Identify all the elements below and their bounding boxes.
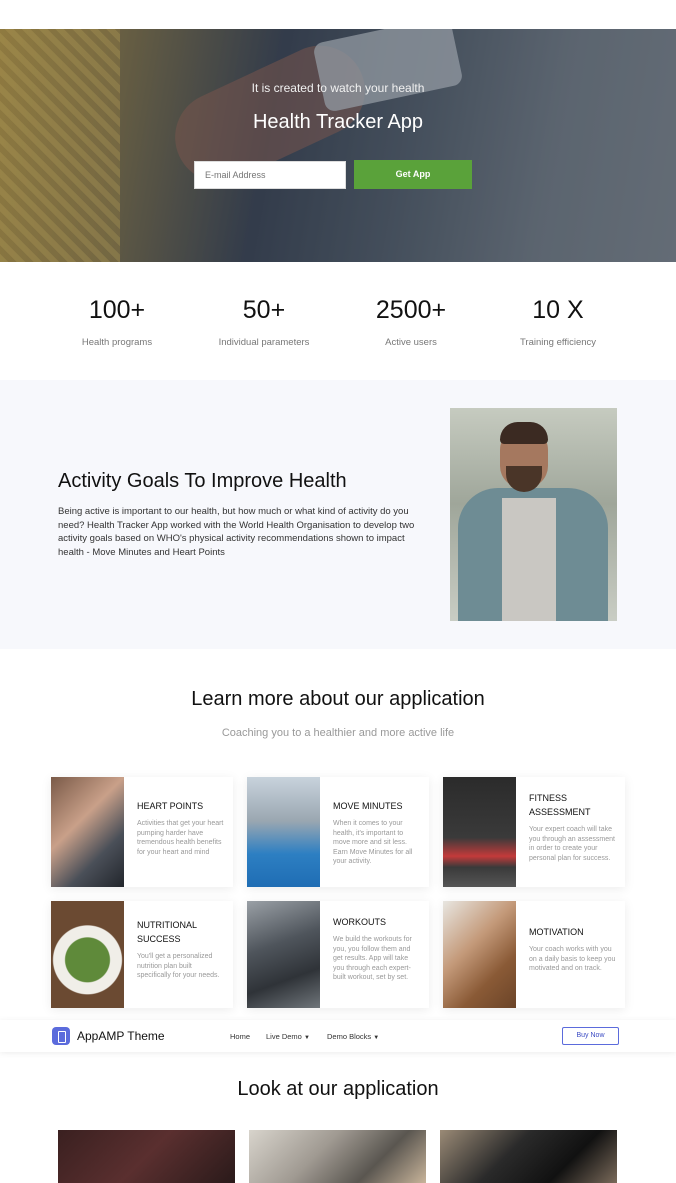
stat-value: 100+ <box>88 296 146 324</box>
card-workouts[interactable]: WORKOUTS We build the workouts for you, … <box>247 901 429 1008</box>
navbar: AppAMP Theme Home Live Demo ▼ Demo Block… <box>0 1020 676 1052</box>
man-with-phone-image <box>450 408 617 621</box>
card-description: Your expert coach will take you through … <box>529 826 615 862</box>
nav-label: Demo Blocks <box>327 1032 372 1041</box>
stat-label: Health programs <box>81 337 153 348</box>
card-description: Activities that get your heart pumping h… <box>137 820 224 856</box>
stat-label: Active users <box>385 337 437 348</box>
stat-value: 2500+ <box>375 296 447 324</box>
stat-label: Training efficiency <box>519 337 597 348</box>
card-title: FITNESS ASSESSMENT <box>529 793 591 817</box>
card-motivation[interactable]: MOTIVATION Your coach works with you on … <box>443 901 625 1008</box>
card-title: NUTRITIONAL SUCCESS <box>137 920 197 944</box>
hero-subtitle: It is created to watch your health <box>251 81 425 95</box>
get-app-button[interactable]: Get App <box>354 160 472 189</box>
stat-training-efficiency: 10 X Training efficiency <box>488 296 628 348</box>
app-screenshot-1 <box>58 1130 235 1183</box>
nav-demo-blocks[interactable]: Demo Blocks ▼ <box>327 1032 379 1041</box>
nav-label: Live Demo <box>266 1032 302 1041</box>
buy-now-button[interactable]: Buy Now <box>562 1027 619 1045</box>
look-title: Look at our application <box>237 1078 439 1100</box>
card-fitness-assessment[interactable]: FITNESS ASSESSMENT Your expert coach wil… <box>443 777 625 887</box>
learn-subtitle: Coaching you to a healthier and more act… <box>221 727 455 739</box>
handshake-desk-image <box>443 901 516 1008</box>
phone-logo-icon[interactable] <box>52 1027 70 1045</box>
hand-phone-image <box>51 777 124 887</box>
stat-individual-parameters: 50+ Individual parameters <box>194 296 334 348</box>
hero-section: It is created to watch your health Healt… <box>0 29 676 262</box>
woman-gym-image <box>247 901 320 1008</box>
card-title: HEART POINTS <box>137 801 204 811</box>
brand-name[interactable]: AppAMP Theme <box>77 1029 165 1043</box>
app-screenshot-2 <box>249 1130 426 1183</box>
activity-section: Activity Goals To Improve Health Being a… <box>0 380 676 649</box>
sneakers-kettlebell-image <box>443 777 516 887</box>
salad-bowl-image <box>51 901 124 1008</box>
runner-track-image <box>247 777 320 887</box>
card-heart-points[interactable]: HEART POINTS Activities that get your he… <box>51 777 233 887</box>
caret-down-icon: ▼ <box>303 1035 310 1041</box>
activity-title: Activity Goals To Improve Health <box>58 470 347 492</box>
nav-home[interactable]: Home <box>230 1032 250 1041</box>
stat-label: Individual parameters <box>218 337 310 348</box>
email-input[interactable] <box>194 161 346 189</box>
card-description: We build the workouts for you, you follo… <box>333 936 412 982</box>
card-description: You'll get a personalized nutrition plan… <box>137 953 220 980</box>
learn-title: Learn more about our application <box>191 688 485 710</box>
nav-label: Home <box>230 1032 251 1041</box>
stat-value: 50+ <box>242 296 286 324</box>
card-description: Your coach works with you on a daily bas… <box>529 946 616 973</box>
app-screenshot-3 <box>440 1130 617 1183</box>
card-title: MOTIVATION <box>529 927 584 937</box>
caret-down-icon: ▼ <box>373 1035 380 1041</box>
stat-health-programs: 100+ Health programs <box>47 296 187 348</box>
nav-live-demo[interactable]: Live Demo ▼ <box>266 1032 310 1041</box>
stat-value: 10 X <box>532 296 584 324</box>
hero-title: Health Tracker App <box>252 111 424 133</box>
card-description: When it comes to your health, it's impor… <box>333 820 413 866</box>
stat-active-users: 2500+ Active users <box>341 296 481 348</box>
card-nutritional-success[interactable]: NUTRITIONAL SUCCESS You'll get a persona… <box>51 901 233 1008</box>
card-title: WORKOUTS <box>333 917 386 927</box>
card-move-minutes[interactable]: MOVE MINUTES When it comes to your healt… <box>247 777 429 887</box>
card-title: MOVE MINUTES <box>333 801 403 811</box>
activity-text: Being active is important to our health,… <box>58 506 415 558</box>
